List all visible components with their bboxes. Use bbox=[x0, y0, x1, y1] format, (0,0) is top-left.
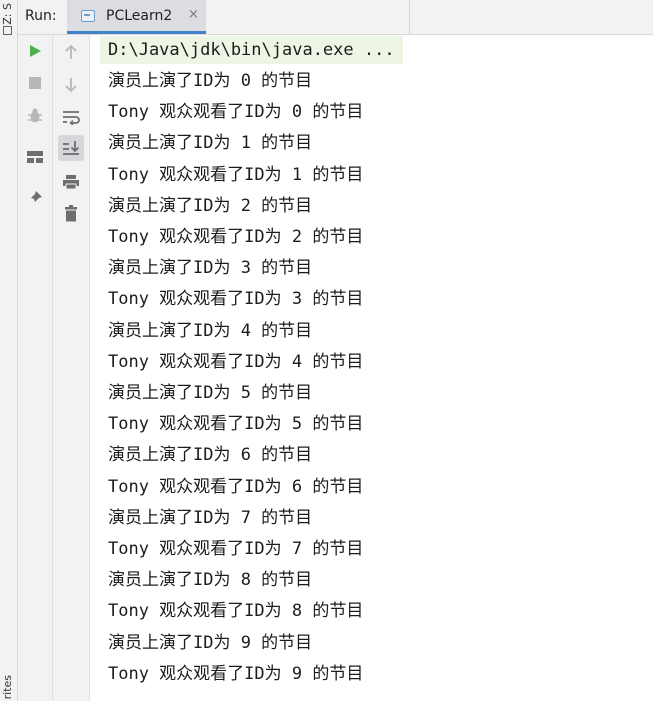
layout-icon bbox=[27, 151, 43, 163]
console-output-line: Tony 观众观看了ID为 6 的节目 bbox=[108, 476, 364, 497]
print-icon bbox=[63, 175, 79, 190]
structure-icon[interactable] bbox=[3, 26, 12, 35]
favorites-tool-label[interactable]: rites bbox=[1, 675, 14, 699]
tool-window-strip: Z: S rites bbox=[0, 0, 18, 701]
run-config-icon bbox=[81, 10, 95, 22]
console-output-line: Tony 观众观看了ID为 1 的节目 bbox=[108, 164, 364, 185]
console-output-line: 演员上演了ID为 7 的节目 bbox=[108, 507, 313, 528]
header-divider bbox=[409, 0, 410, 34]
next-occurrence-button[interactable] bbox=[58, 72, 84, 98]
arrow-up-icon bbox=[65, 44, 77, 59]
layout-button[interactable] bbox=[22, 144, 48, 170]
console-output-line: 演员上演了ID为 2 的节目 bbox=[108, 195, 313, 216]
arrow-down-icon bbox=[65, 78, 77, 93]
clear-all-button[interactable] bbox=[58, 201, 84, 227]
run-panel-header: Run: PCLearn2 × bbox=[18, 0, 653, 35]
console-output-line: 演员上演了ID为 3 的节目 bbox=[108, 258, 313, 279]
run-toolbar bbox=[18, 35, 53, 701]
pin-tab-button[interactable] bbox=[22, 185, 48, 211]
console-output-line: Tony 观众观看了ID为 7 的节目 bbox=[108, 539, 364, 559]
tab-title: PCLearn2 bbox=[106, 8, 173, 24]
console-output-line: Tony 观众观看了ID为 9 的节目 bbox=[108, 663, 364, 684]
console-output-line: Tony 观众观看了ID为 0 的节目 bbox=[108, 102, 364, 123]
console-output-line: 演员上演了ID为 0 的节目 bbox=[108, 71, 313, 91]
rerun-button[interactable] bbox=[22, 38, 48, 64]
console-output-line: 演员上演了ID为 6 的节目 bbox=[108, 445, 313, 466]
console-toolbar bbox=[53, 35, 90, 701]
tab-pclearn2[interactable]: PCLearn2 × bbox=[67, 0, 206, 34]
console-output[interactable]: D:\Java\jdk\bin\java.exe ... 演员上演了ID为 0 … bbox=[90, 35, 653, 701]
close-icon[interactable]: × bbox=[188, 7, 199, 22]
trash-icon bbox=[65, 205, 77, 222]
soft-wrap-icon bbox=[63, 111, 80, 125]
pin-icon bbox=[28, 191, 42, 205]
command-line: D:\Java\jdk\bin\java.exe ... bbox=[100, 36, 403, 64]
console-output-line: 演员上演了ID为 4 的节目 bbox=[108, 320, 313, 341]
soft-wrap-button[interactable] bbox=[58, 104, 84, 130]
print-button[interactable] bbox=[58, 169, 84, 195]
console-output-line: Tony 观众观看了ID为 4 的节目 bbox=[108, 351, 364, 372]
console-output-line: 演员上演了ID为 1 的节目 bbox=[108, 133, 313, 154]
console-output-line: Tony 观众观看了ID为 8 的节目 bbox=[108, 601, 364, 622]
run-label: Run: bbox=[25, 8, 57, 24]
console-output-line: Tony 观众观看了ID为 3 的节目 bbox=[108, 289, 364, 310]
stop-button[interactable] bbox=[22, 70, 48, 96]
debug-button[interactable] bbox=[22, 103, 48, 129]
console-output-line: Tony 观众观看了ID为 2 的节目 bbox=[108, 227, 364, 247]
scroll-to-end-icon bbox=[63, 141, 80, 155]
structure-tool-label[interactable]: Z: S bbox=[1, 3, 14, 25]
console-output-line: Tony 观众观看了ID为 5 的节目 bbox=[108, 414, 364, 435]
console-output-line: 演员上演了ID为 8 的节目 bbox=[108, 570, 313, 591]
console-output-line: 演员上演了ID为 5 的节目 bbox=[108, 383, 313, 403]
previous-occurrence-button[interactable] bbox=[58, 39, 84, 65]
run-icon bbox=[30, 45, 41, 57]
scroll-to-end-button[interactable] bbox=[58, 135, 84, 161]
console-output-line: 演员上演了ID为 9 的节目 bbox=[108, 632, 313, 653]
debug-bug-icon bbox=[28, 108, 42, 123]
stop-icon bbox=[29, 77, 41, 89]
